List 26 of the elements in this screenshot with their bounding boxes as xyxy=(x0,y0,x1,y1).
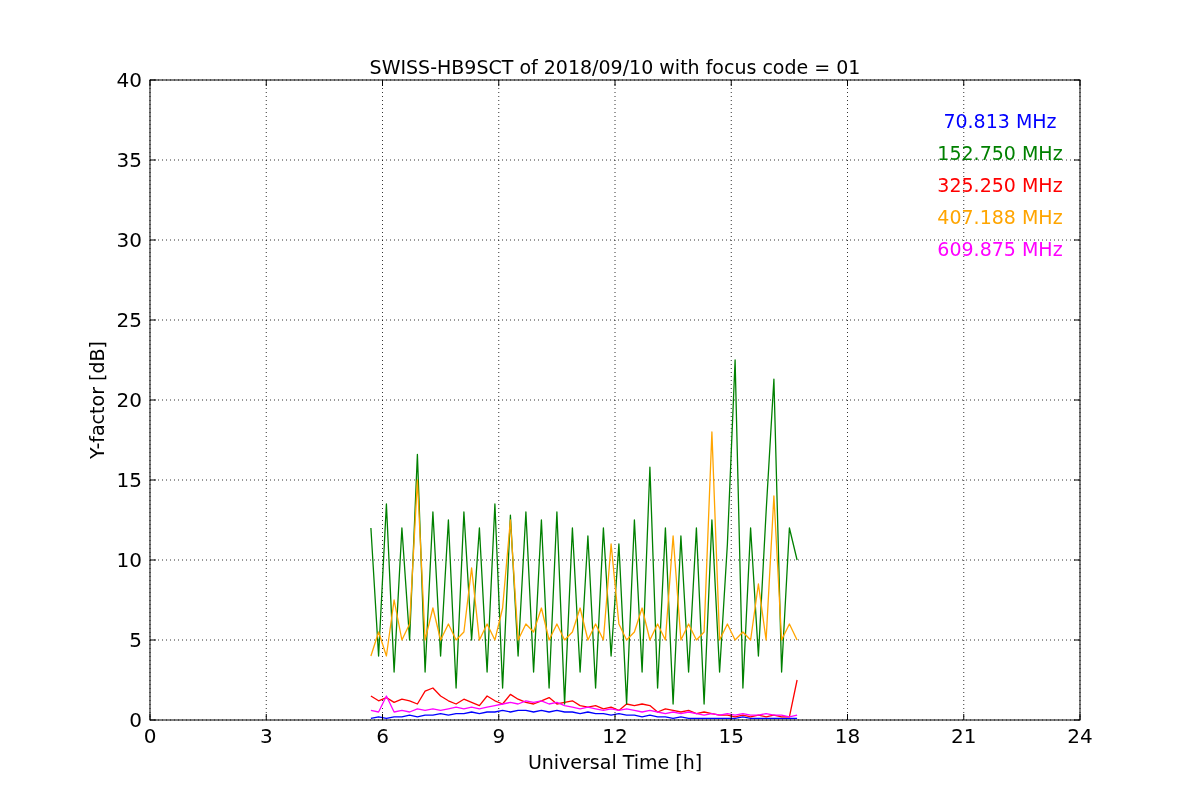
y-axis-label: Y-factor [dB] xyxy=(86,341,108,459)
x-tick-label: 9 xyxy=(492,724,506,748)
legend-label: 152.750 MHz xyxy=(937,142,1063,164)
x-tick-label: 24 xyxy=(1067,724,1093,748)
chart-title: SWISS-HB9SCT of 2018/09/10 with focus code = 01 xyxy=(369,56,861,78)
y-tick-label: 40 xyxy=(116,68,142,92)
x-tick-label: 18 xyxy=(834,724,861,748)
legend-label: 70.813 MHz xyxy=(943,110,1057,132)
legend-label: 609.875 MHz xyxy=(937,238,1063,260)
x-tick-label: 15 xyxy=(718,724,744,748)
legend-label: 325.250 MHz xyxy=(937,174,1063,196)
y-tick-label: 5 xyxy=(129,628,142,652)
legend-label: 407.188 MHz xyxy=(937,206,1063,228)
x-axis-label: Universal Time [h] xyxy=(527,751,703,773)
x-tick-label: 0 xyxy=(143,724,157,748)
x-tick-label: 6 xyxy=(376,724,389,748)
x-tick-label: 3 xyxy=(259,724,273,748)
y-tick-label: 35 xyxy=(116,148,142,172)
y-tick-label: 10 xyxy=(116,548,142,572)
y-tick-label: 30 xyxy=(116,228,142,252)
x-tick-label: 21 xyxy=(951,724,977,748)
y-tick-label: 20 xyxy=(116,388,142,412)
y-tick-label: 15 xyxy=(116,468,142,492)
y-tick-label: 25 xyxy=(116,308,142,332)
y-tick-label: 0 xyxy=(129,708,142,732)
x-tick-label: 12 xyxy=(602,724,628,748)
